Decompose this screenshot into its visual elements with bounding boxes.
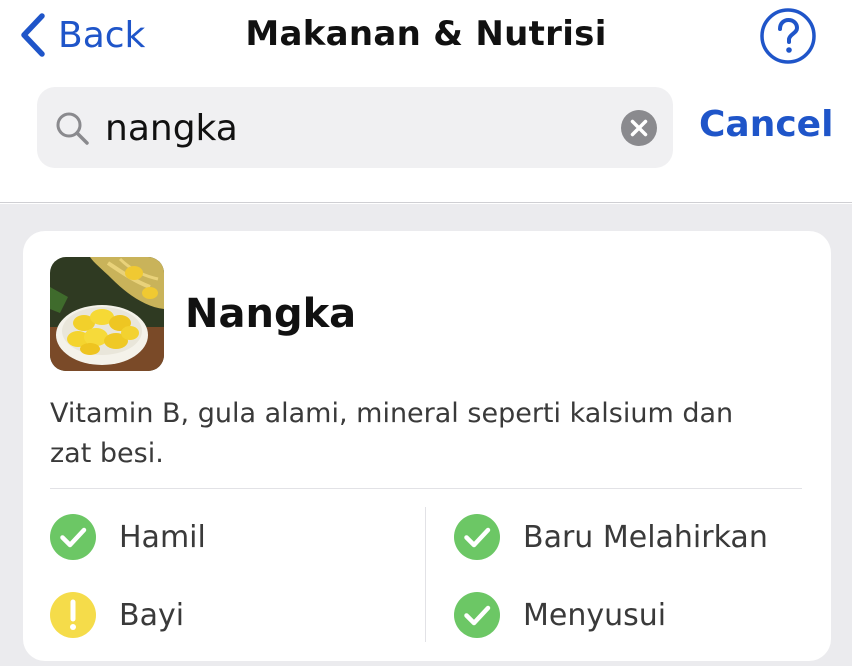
- nav-header: Back Makanan & Nutrisi Cancel: [0, 0, 852, 203]
- cancel-button[interactable]: Cancel: [699, 104, 833, 145]
- status-baru-melahirkan: Baru Melahirkan: [454, 514, 768, 560]
- clear-icon[interactable]: [620, 109, 658, 147]
- search-input[interactable]: [105, 103, 605, 153]
- check-circle-icon: [50, 514, 96, 560]
- food-card[interactable]: Nangka Vitamin B, gula alami, mineral se…: [23, 231, 831, 661]
- food-thumbnail: [50, 257, 164, 371]
- status-label: Baru Melahirkan: [523, 519, 768, 555]
- status-bayi: Bayi: [50, 592, 184, 638]
- divider: [425, 507, 426, 642]
- divider: [50, 488, 802, 489]
- status-label: Hamil: [119, 519, 206, 555]
- status-label: Menyusui: [523, 597, 667, 633]
- page-title: Makanan & Nutrisi: [245, 14, 607, 54]
- status-hamil: Hamil: [50, 514, 206, 560]
- status-label: Bayi: [119, 597, 185, 633]
- warning-circle-icon: [50, 592, 96, 638]
- search-bar: [37, 87, 673, 168]
- question-circle-icon[interactable]: [759, 7, 817, 65]
- food-name: Nangka: [185, 291, 357, 337]
- status-menyusui: Menyusui: [454, 592, 666, 638]
- food-description: Vitamin B, gula alami, mineral seperti k…: [50, 398, 734, 469]
- search-icon: [56, 112, 89, 145]
- check-circle-icon: [454, 592, 500, 638]
- check-circle-icon: [454, 514, 500, 560]
